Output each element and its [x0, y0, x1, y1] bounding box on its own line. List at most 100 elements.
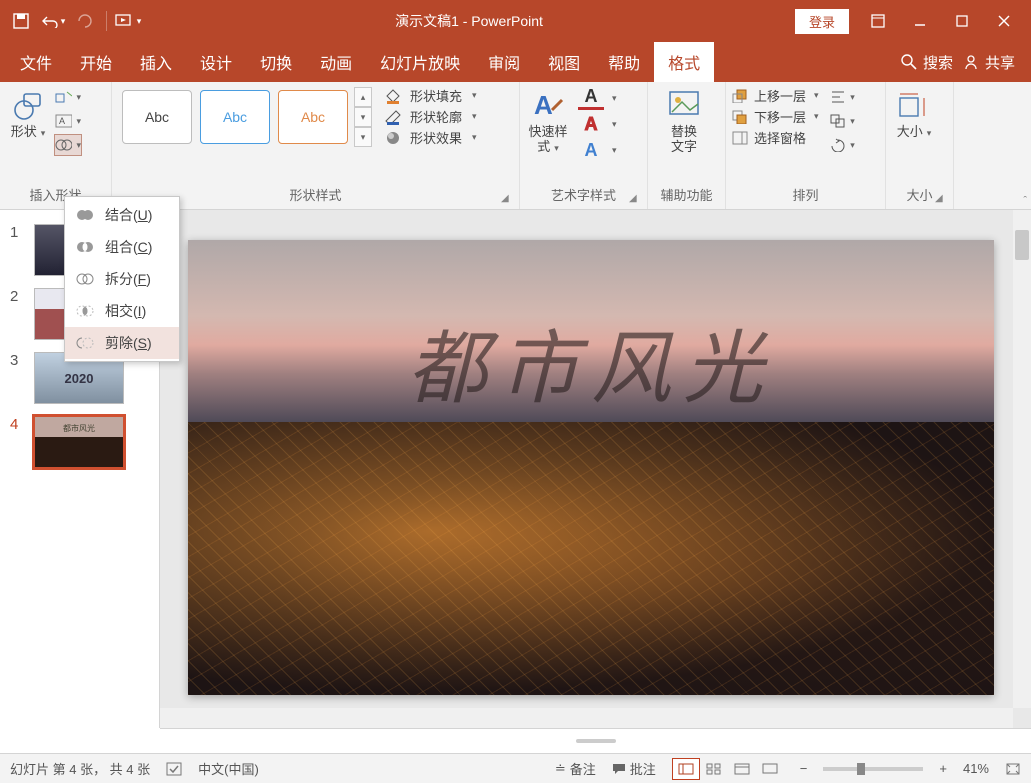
merge-union[interactable]: 结合(U): [65, 199, 179, 231]
zoom-out-button[interactable]: −: [800, 761, 808, 776]
text-outline-button[interactable]: A▾: [578, 112, 617, 136]
tab-animation[interactable]: 动画: [306, 42, 366, 82]
notes-splitter[interactable]: [160, 728, 1031, 753]
slide-counter[interactable]: 幻灯片 第 4 张， 共 4 张: [10, 759, 150, 778]
zoom-slider[interactable]: [823, 767, 923, 771]
shape-style-gallery[interactable]: Abc Abc Abc ▴ ▾ ▾: [118, 86, 372, 148]
notes-button[interactable]: ≐ 备注: [555, 759, 596, 778]
bring-forward-button[interactable]: 上移一层▾: [732, 86, 819, 105]
collapse-ribbon-button[interactable]: ˆ: [1023, 195, 1027, 207]
group-label-accessibility: 辅助功能: [654, 187, 719, 207]
size-label: 大小: [897, 124, 923, 139]
tab-view[interactable]: 视图: [534, 42, 594, 82]
shape-fill-button[interactable]: 形状填充▾: [384, 86, 477, 105]
tab-file[interactable]: 文件: [6, 42, 66, 82]
normal-view-button[interactable]: [672, 758, 700, 780]
group-label-wordart: 艺术字样式: [526, 187, 641, 207]
shape-effects-button[interactable]: 形状效果▾: [384, 128, 477, 147]
zoom-in-button[interactable]: +: [939, 761, 947, 776]
shape-outline-label: 形状轮廓: [410, 107, 462, 126]
login-button[interactable]: 登录: [795, 9, 849, 34]
group-label-arrange: 排列: [732, 187, 879, 207]
slide-canvas[interactable]: 都市风光: [188, 240, 994, 695]
slideshow-start-button[interactable]: ▾: [113, 6, 143, 36]
text-fill-button[interactable]: A▾: [578, 86, 617, 110]
text-box-button[interactable]: A▾: [54, 110, 82, 132]
slide-edit-area[interactable]: 都市风光: [160, 210, 1031, 728]
selection-pane-button[interactable]: 选择窗格: [732, 128, 819, 147]
shape-style-3[interactable]: Abc: [278, 90, 348, 144]
tab-review[interactable]: 审阅: [474, 42, 534, 82]
alt-text-button[interactable]: 替换 文字: [654, 86, 714, 154]
share-button[interactable]: 共享: [963, 52, 1015, 73]
merge-subtract[interactable]: 剪除(S): [65, 327, 179, 359]
gallery-down-button[interactable]: ▾: [354, 107, 372, 127]
merge-intersect[interactable]: 相交(I): [65, 295, 179, 327]
merge-shapes-button[interactable]: ▾: [54, 134, 82, 156]
union-icon: [75, 205, 95, 225]
intersect-icon: [75, 301, 95, 321]
merge-fragment[interactable]: 拆分(F): [65, 263, 179, 295]
send-backward-button[interactable]: 下移一层▾: [732, 107, 819, 126]
tab-format[interactable]: 格式: [654, 42, 714, 82]
svg-text:A: A: [534, 90, 553, 120]
tab-slideshow[interactable]: 幻灯片放映: [366, 42, 474, 82]
undo-button[interactable]: ▾: [38, 6, 68, 36]
search-label: 搜索: [923, 52, 953, 73]
wordart-launcher[interactable]: ◢: [629, 193, 643, 207]
reading-view-button[interactable]: [728, 758, 756, 780]
edit-shape-button[interactable]: ▾: [54, 86, 82, 108]
horizontal-scrollbar[interactable]: [160, 708, 1013, 728]
combine-icon: [75, 237, 95, 257]
tab-help[interactable]: 帮助: [594, 42, 654, 82]
tab-home[interactable]: 开始: [66, 42, 126, 82]
language-button[interactable]: 中文(中国): [198, 759, 259, 778]
tab-transition[interactable]: 切换: [246, 42, 306, 82]
shapes-button[interactable]: 形状▾: [6, 86, 50, 141]
merge-combine[interactable]: 组合(C): [65, 231, 179, 263]
shape-outline-button[interactable]: 形状轮廓▾: [384, 107, 477, 126]
merge-union-label: 结合: [105, 207, 133, 223]
save-button[interactable]: [6, 6, 36, 36]
comments-button[interactable]: 批注: [612, 759, 656, 778]
close-button[interactable]: [983, 6, 1025, 36]
merge-intersect-label: 相交: [105, 303, 133, 319]
quick-styles-button[interactable]: A 快速样式▾: [526, 86, 570, 156]
align-button[interactable]: ▾: [829, 86, 857, 108]
notes-label: 备注: [570, 759, 596, 778]
spellcheck-button[interactable]: [166, 762, 182, 776]
alt-text-label: 替换 文字: [671, 124, 697, 154]
slideshow-view-button[interactable]: [756, 758, 784, 780]
merge-subtract-label: 剪除: [105, 335, 133, 351]
redo-button[interactable]: [70, 6, 100, 36]
fit-to-window-button[interactable]: [1005, 762, 1021, 776]
rotate-button[interactable]: ▾: [829, 134, 857, 156]
slide-title-text[interactable]: 都市风光: [188, 304, 994, 420]
maximize-button[interactable]: [941, 6, 983, 36]
shape-styles-launcher[interactable]: ◢: [501, 193, 515, 207]
merge-combine-label: 组合: [105, 239, 133, 255]
ribbon-display-options-button[interactable]: [857, 6, 899, 36]
size-button[interactable]: 大小▾: [892, 86, 936, 141]
group-insert-shapes: 形状▾ ▾ A▾ ▾ 插入形状: [0, 82, 112, 209]
group-objects-button[interactable]: ▾: [829, 110, 857, 132]
zoom-percent[interactable]: 41%: [963, 761, 989, 776]
share-label: 共享: [985, 52, 1015, 73]
minimize-button[interactable]: [899, 6, 941, 36]
tab-design[interactable]: 设计: [186, 42, 246, 82]
tab-insert[interactable]: 插入: [126, 42, 186, 82]
shape-style-2[interactable]: Abc: [200, 90, 270, 144]
size-launcher[interactable]: ◢: [935, 193, 949, 207]
group-arrange: 上移一层▾ 下移一层▾ 选择窗格 ▾ ▾ ▾ 排列: [726, 82, 886, 209]
merge-shapes-menu: 结合(U) 组合(C) 拆分(F) 相交(I) 剪除(S): [64, 196, 180, 362]
shape-effects-label: 形状效果: [410, 128, 462, 147]
thumbnail-4[interactable]: 4都市风光: [0, 410, 159, 474]
vertical-scrollbar[interactable]: [1013, 210, 1031, 708]
sorter-view-button[interactable]: [700, 758, 728, 780]
shape-style-1[interactable]: Abc: [122, 90, 192, 144]
gallery-more-button[interactable]: ▾: [354, 127, 372, 147]
search-button[interactable]: 搜索: [901, 52, 953, 73]
view-buttons: [672, 758, 784, 780]
text-effects-button[interactable]: A▾: [578, 138, 617, 162]
gallery-up-button[interactable]: ▴: [354, 87, 372, 107]
